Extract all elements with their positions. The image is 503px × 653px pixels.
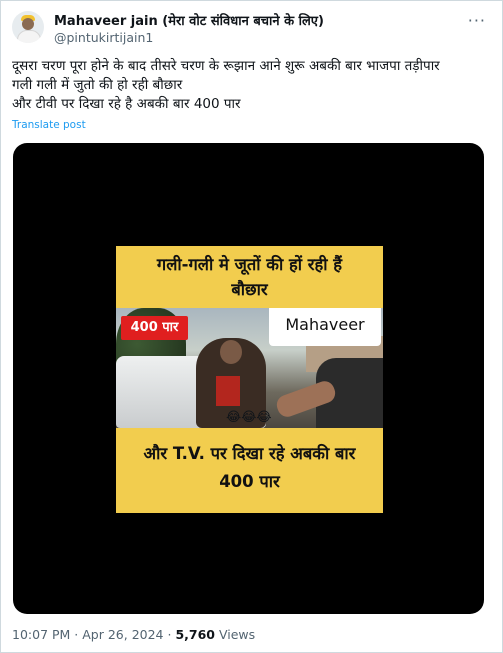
video-frame: गली-गली मे जूतों की हों रही हैं बौछार 😂😂… — [116, 246, 383, 513]
video-badge: 400 पार — [121, 316, 188, 340]
post-time[interactable]: 10:07 PM — [12, 627, 70, 642]
video-top-caption-line: गली-गली मे जूतों की हों रही हैं — [156, 255, 343, 274]
video-bottom-caption-line: और T.V. पर दिखा रहे अबकी बार — [143, 444, 356, 463]
tweet-card: Mahaveer jain (मेरा वोट संविधान बचाने के… — [0, 0, 503, 653]
post-date[interactable]: Apr 26, 2024 — [82, 627, 163, 642]
avatar[interactable] — [12, 11, 44, 43]
tweet-text: दूसरा चरण पूरा होने के बाद तीसरे चरण के … — [12, 57, 490, 114]
video-player[interactable]: गली-गली मे जूतों की हों रही हैं बौछार 😂😂… — [13, 143, 484, 614]
video-bottom-caption-line: 400 पार — [219, 472, 280, 491]
tweet-line: गली गली में जुतो की हो रही बौछार — [12, 77, 183, 93]
tweet-line: दूसरा चरण पूरा होने के बाद तीसरे चरण के … — [12, 58, 440, 74]
more-horizontal-icon[interactable]: ··· — [468, 11, 486, 30]
author-name[interactable]: Mahaveer jain (मेरा वोट संविधान बचाने के… — [54, 11, 324, 29]
tweet-meta: 10:07 PM · Apr 26, 2024 · 5,760 Views — [12, 627, 255, 642]
views-count: 5,760 — [175, 627, 215, 642]
tweet-line: और टीवी पर दिखा रहे है अबकी बार 400 पार — [12, 96, 241, 112]
meta-separator: · — [163, 627, 176, 642]
translate-post-link[interactable]: Translate post — [12, 119, 86, 131]
video-scene-image: 😂😂😂 400 पार Mahaveer — [116, 308, 383, 428]
meta-separator: · — [70, 627, 83, 642]
views-label: Views — [214, 627, 256, 642]
video-top-caption: गली-गली मे जूतों की हों रही हैं बौछार — [116, 246, 383, 308]
video-bottom-caption: और T.V. पर दिखा रहे अबकी बार 400 पार — [116, 428, 383, 513]
author-handle[interactable]: @pintukirtijain1 — [54, 30, 153, 45]
video-top-caption-line: बौछार — [231, 280, 268, 299]
video-name-tag: Mahaveer — [269, 308, 381, 346]
laughing-emoji-icon: 😂😂😂 — [226, 410, 272, 425]
